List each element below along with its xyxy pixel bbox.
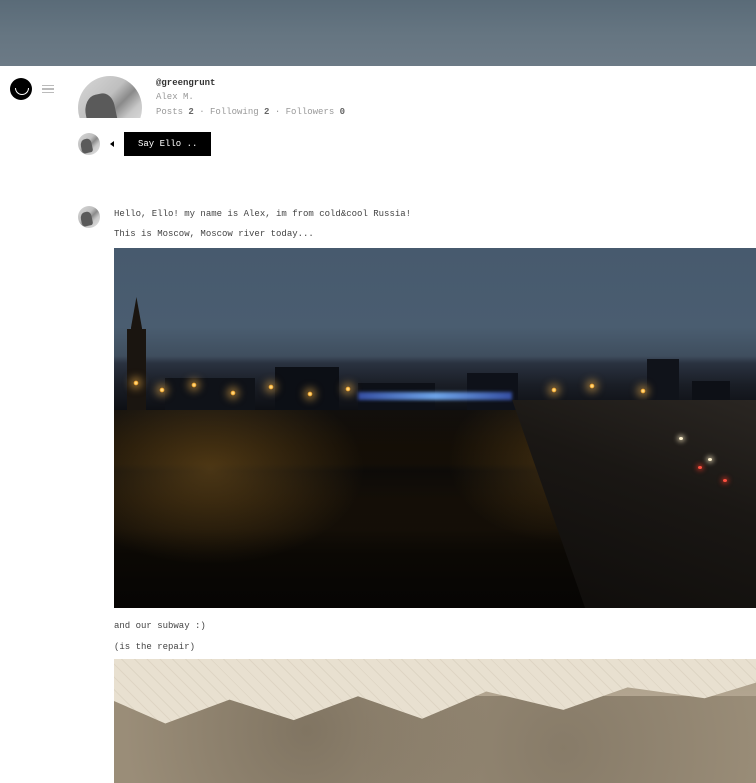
profile-handle[interactable]: @greengrunt [156,76,345,90]
followers-count[interactable]: 0 [340,107,345,117]
post-text-line: This is Moscow, Moscow river today... [114,226,756,242]
arrow-icon [110,141,114,147]
posts-count[interactable]: 2 [188,107,193,117]
post-text-line: (is the repair) [114,639,756,655]
avatar[interactable] [78,76,142,118]
following-label: Following [210,107,259,117]
following-count[interactable]: 2 [264,107,269,117]
menu-icon[interactable] [42,85,54,94]
post: Hello, Ello! my name is Alex, im from co… [78,206,756,783]
followers-label: Followers [286,107,335,117]
profile-header: @greengrunt Alex M. Posts 2 · Following … [78,76,756,118]
compose-avatar[interactable] [78,133,100,155]
post-image-subway[interactable] [114,659,756,783]
say-ello-button[interactable]: Say Ello .. [124,132,211,156]
post-image-river[interactable] [114,248,756,608]
posts-label: Posts [156,107,183,117]
post-avatar[interactable] [78,206,100,228]
post-text-line: Hello, Ello! my name is Alex, im from co… [114,206,756,222]
ello-logo[interactable] [10,78,32,100]
compose-row: Say Ello .. [78,132,756,156]
profile-display-name: Alex M. [156,90,345,104]
profile-stats: Posts 2 · Following 2 · Followers 0 [156,105,345,118]
post-text-line: and our subway :) [114,618,756,634]
profile-banner [0,0,756,66]
